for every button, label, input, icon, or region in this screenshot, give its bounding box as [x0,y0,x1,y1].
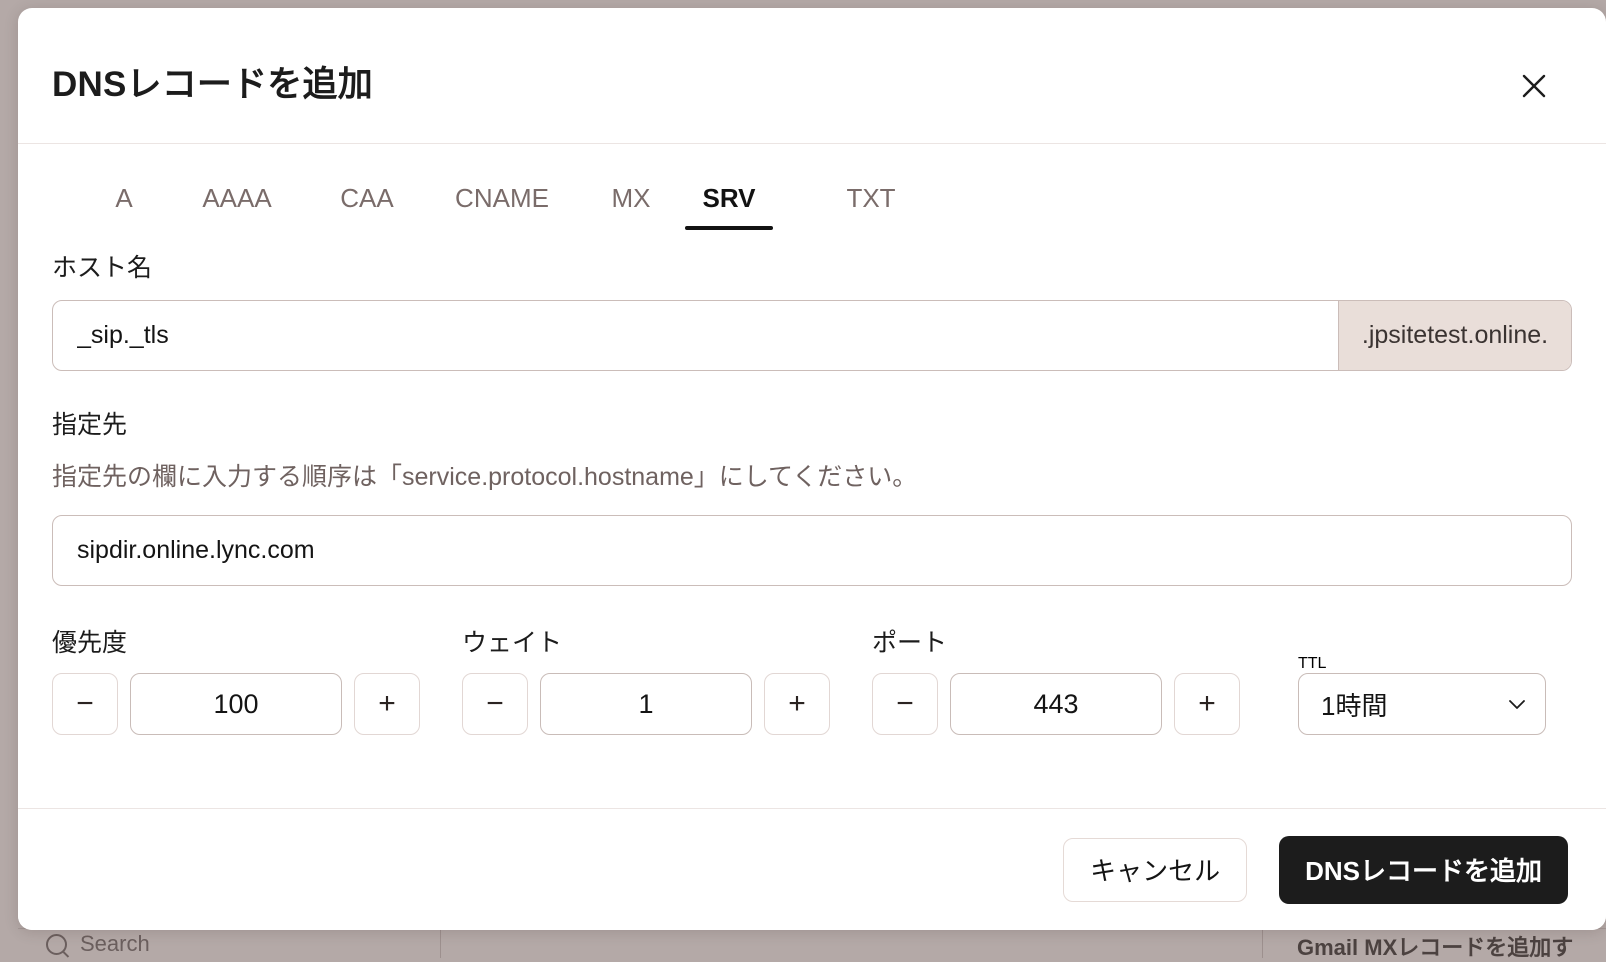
port-decrement-button[interactable]: − [872,673,938,735]
weight-stepper: − + [462,673,830,735]
minus-icon: − [896,689,914,719]
priority-label: 優先度 [52,623,420,659]
record-values-row: 優先度 − + ウェイト − [52,623,1572,735]
chevron-down-icon [1507,694,1527,714]
modal-footer: キャンセル DNSレコードを追加 [18,808,1606,930]
plus-icon: + [1198,689,1216,719]
priority-decrement-button[interactable]: − [52,673,118,735]
search-icon [46,934,67,955]
priority-group: 優先度 − + [52,623,420,735]
priority-stepper: − + [52,673,420,735]
priority-increment-button[interactable]: + [354,673,420,735]
destination-label: 指定先 [52,405,1572,441]
modal-body: ホスト名 .jpsitetest.online. 指定先 指定先の欄に入力する順… [18,248,1606,735]
record-type-tabs: A AAAA CAA CNAME MX SRV TXT [18,144,1606,236]
tab-txt[interactable]: TXT [821,183,921,236]
tab-cname[interactable]: CNAME [427,183,577,236]
weight-input[interactable] [540,673,752,735]
add-dns-record-modal: DNSレコードを追加 A AAAA CAA CNAME MX SRV TXT ホ… [18,8,1606,930]
destination-input[interactable] [52,515,1572,586]
tab-mx[interactable]: MX [577,183,685,236]
tab-srv[interactable]: SRV [685,183,773,236]
cancel-button[interactable]: キャンセル [1063,838,1247,902]
background-column-divider-2 [1262,928,1263,958]
weight-increment-button[interactable]: + [764,673,830,735]
modal-header: DNSレコードを追加 [18,8,1606,144]
ttl-group: TTL 1時間 [1298,655,1546,735]
host-name-input[interactable] [53,301,1338,370]
port-input[interactable] [950,673,1162,735]
background-search-field[interactable]: Search [46,931,150,957]
add-dns-record-button[interactable]: DNSレコードを追加 [1279,836,1568,904]
background-row-label: Gmail MXレコードを追加す [1297,930,1573,962]
weight-decrement-button[interactable]: − [462,673,528,735]
ttl-select[interactable]: 1時間 [1298,673,1546,735]
minus-icon: − [486,689,504,719]
plus-icon: + [378,689,396,719]
host-name-label: ホスト名 [52,248,1572,284]
priority-input[interactable] [130,673,342,735]
port-group: ポート − + [872,623,1240,735]
tab-a[interactable]: A [81,183,167,236]
weight-label: ウェイト [462,623,830,659]
destination-hint: 指定先の欄に入力する順序は「service.protocol.hostname」… [52,457,1572,493]
tab-aaaa[interactable]: AAAA [167,183,307,236]
destination-field-group [52,515,1572,586]
tab-caa[interactable]: CAA [307,183,427,236]
background-column-divider-1 [440,928,441,958]
host-domain-suffix: .jpsitetest.online. [1338,301,1571,370]
close-icon[interactable] [1514,66,1554,106]
minus-icon: − [76,689,94,719]
background-search-placeholder: Search [80,931,150,957]
port-label: ポート [872,623,1240,659]
port-increment-button[interactable]: + [1174,673,1240,735]
plus-icon: + [788,689,806,719]
host-name-field-group: .jpsitetest.online. [52,300,1572,371]
page-title: DNSレコードを追加 [52,56,373,107]
ttl-label: TTL [1298,655,1546,673]
ttl-selected-value: 1時間 [1321,686,1507,723]
port-stepper: − + [872,673,1240,735]
weight-group: ウェイト − + [462,623,830,735]
